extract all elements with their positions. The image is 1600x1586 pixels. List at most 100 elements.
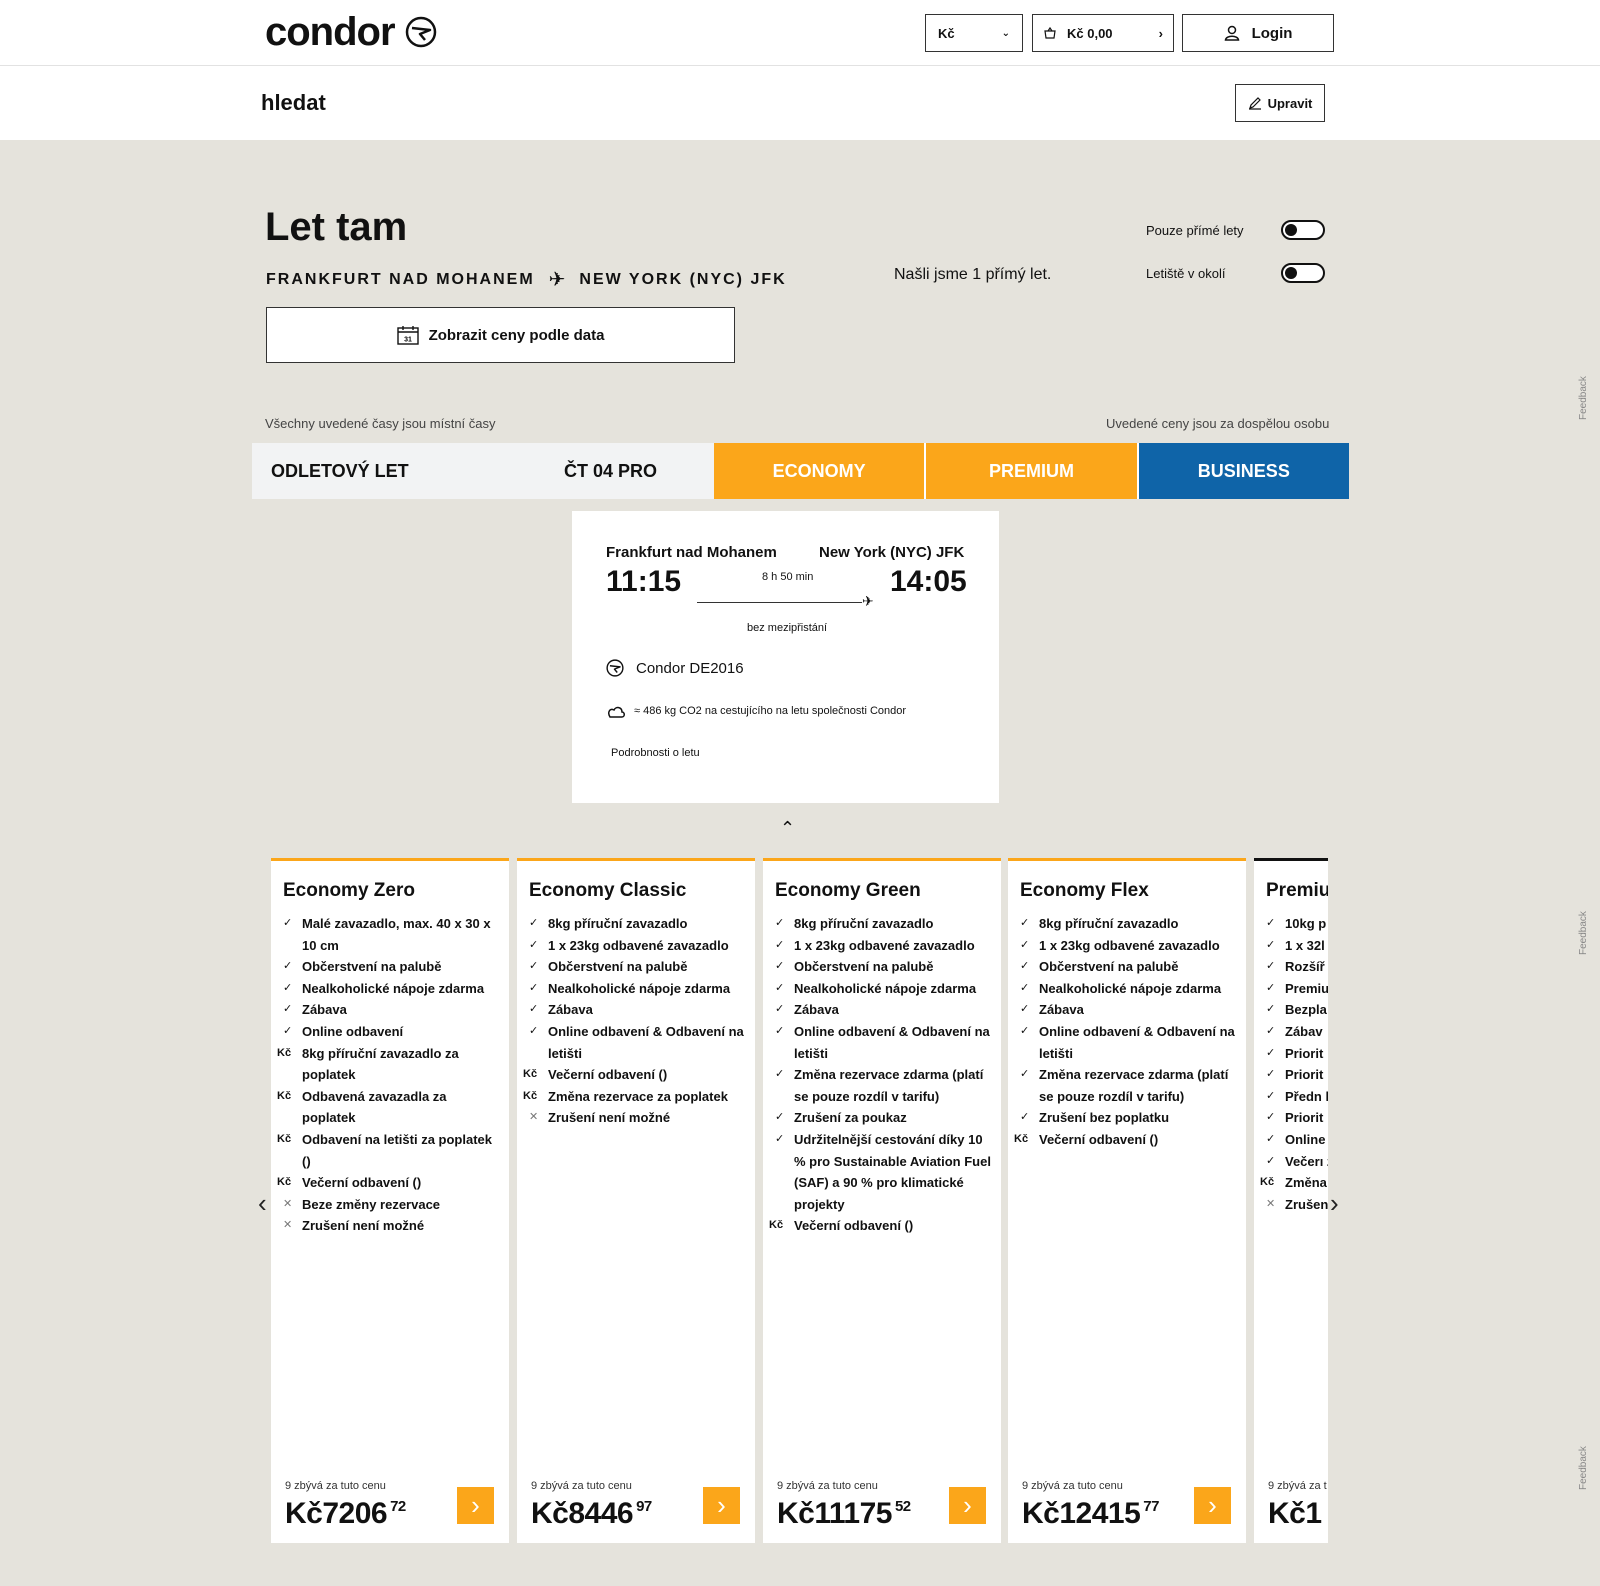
select-fare-button[interactable]: › <box>1194 1487 1231 1524</box>
fee-icon: Kč <box>523 1089 538 1102</box>
fare-feature: ✓ Online odbavení & Odbavení na letišti <box>763 1021 1001 1064</box>
pencil-icon <box>1248 97 1261 110</box>
tab-business[interactable]: BUSINESS <box>1138 443 1349 499</box>
condor-logo[interactable]: condor <box>265 12 437 52</box>
collapse-chevron-up-icon[interactable]: ⌃ <box>780 818 795 839</box>
check-icon: ✓ <box>775 960 785 973</box>
fare-feature: Kč Odbavená zavazadla za poplatek <box>271 1086 509 1129</box>
check-icon: ✓ <box>775 1111 785 1124</box>
fare-feature-text: Nealkoholické nápoje zdarma <box>548 980 731 996</box>
fare-name: Premiu <box>1266 880 1328 901</box>
fare-name: Economy Zero <box>283 880 415 901</box>
edit-search-button[interactable]: Upravit <box>1235 84 1325 122</box>
fare-feature-text: Nealkoholické nápoje zdarma <box>1039 980 1222 996</box>
fare-feature-text: Občerstvení na palubě <box>1039 959 1179 975</box>
fare-carousel: Economy Zero ✓ Malé zavazadlo, max. 40 x … <box>271 858 1328 1543</box>
fare-features: ✓ 10kg p ✓ 1 x 32l ✓ Rozšíř ✓ Premiu ✓ Bezpla ✓ Záb… <box>1254 913 1328 1215</box>
carousel-prev-icon[interactable]: ‹ <box>258 1188 267 1219</box>
fare-feature-text: Zábava <box>1039 1002 1084 1018</box>
check-icon: ✓ <box>1266 938 1276 951</box>
fare-card-economy-flex[interactable]: Economy Flex ✓ 8kg příruční zavazadlo ✓ 1 x… <box>1008 858 1246 1543</box>
check-icon: ✓ <box>1266 1089 1276 1102</box>
feedback-tab[interactable]: Feedback <box>1578 376 1589 420</box>
fare-feature-text: Večerní odbavení () <box>302 1175 422 1191</box>
check-icon: ✓ <box>283 1003 293 1016</box>
fare-feature: ✓ Priorit <box>1254 1064 1328 1086</box>
page-title: Let tam <box>265 205 408 249</box>
flight-details-link[interactable]: Podrobnosti o letu <box>611 747 700 759</box>
search-title: hledat <box>261 90 326 115</box>
airplane-icon: ✈ <box>548 269 566 291</box>
direct-flights-toggle[interactable] <box>1281 220 1325 240</box>
fee-icon: Kč <box>277 1176 292 1189</box>
fee-icon: Kč <box>277 1046 292 1059</box>
nearby-airports-toggle[interactable] <box>1281 263 1325 283</box>
check-icon: ✓ <box>1020 960 1030 973</box>
flight-destination: New York (NYC) JFK <box>819 544 965 561</box>
fare-feature-text: 8kg příruční zavazadlo <box>1039 916 1179 931</box>
fare-feature-text: Zábava <box>548 1002 593 1018</box>
check-icon: ✓ <box>529 938 539 951</box>
fare-feature-text: Zrušen <box>1285 1196 1328 1212</box>
fare-feature: ✓ 1 x 23kg odbavené zavazadlo <box>1008 935 1246 957</box>
flight-carrier: Condor DE2016 <box>606 659 744 677</box>
departure-time: 11:15 <box>606 565 682 598</box>
check-icon: ✓ <box>1020 917 1030 929</box>
fare-feature-text: Večerní odbavení () <box>794 1218 914 1234</box>
fare-feature: ✓ Zábava <box>271 999 509 1021</box>
fare-feature: ✓ Občerstvení na palubě <box>517 956 755 978</box>
fare-feature-text: Odbavená zavazadla za poplatek <box>302 1088 447 1126</box>
show-prices-by-date-button[interactable]: 31 Zobrazit ceny podle data <box>266 307 735 363</box>
fare-feature-text: Zrušení není možné <box>548 1110 671 1126</box>
fare-features: ✓ 8kg příruční zavazadlo ✓ 1 x 23kg odbaven… <box>1008 913 1246 1151</box>
check-icon: ✓ <box>1020 1068 1030 1081</box>
feedback-tab[interactable]: Feedback <box>1578 911 1589 955</box>
select-fare-button[interactable]: › <box>457 1487 494 1524</box>
flight-stops: bez mezipřistání <box>747 622 828 634</box>
check-icon: ✓ <box>1266 917 1276 929</box>
tab-economy[interactable]: ECONOMY <box>714 443 927 499</box>
check-icon: ✓ <box>283 1024 293 1037</box>
fare-feature-text: Odbavení na letišti za poplatek () <box>302 1131 492 1169</box>
search-summary-bar: hledat Upravit <box>0 66 1600 140</box>
check-icon: ✓ <box>1266 1154 1276 1167</box>
nearby-airports-filter: Letiště v okolí <box>1146 263 1325 283</box>
fare-card-economy-classic[interactable]: Economy Classic ✓ 8kg příruční zavazadlo ✓… <box>517 858 755 1543</box>
check-icon: ✓ <box>529 1003 539 1016</box>
fare-feature-text: Beze změny rezervace <box>302 1196 441 1212</box>
fare-feature-text: 10kg p <box>1285 916 1327 931</box>
departure-flight-cell: ODLETOVÝ LET ČT 04 PRO <box>252 443 714 499</box>
carrier-name: Condor DE2016 <box>636 659 744 677</box>
select-fare-button[interactable]: › <box>703 1487 740 1524</box>
top-bar: condor Kč ⌄ Kč 0,00 › Login <box>0 0 1600 66</box>
cross-icon: ✕ <box>283 1219 293 1232</box>
fare-feature-text: 1 x 23kg odbavené zavazadlo <box>1039 937 1220 953</box>
check-icon: ✓ <box>529 981 539 994</box>
fare-card-economy-zero[interactable]: Economy Zero ✓ Malé zavazadlo, max. 40 x … <box>271 858 509 1543</box>
fare-remaining: 9 zbývá za tuto cenu <box>1022 1480 1123 1492</box>
check-icon: ✓ <box>775 981 785 994</box>
fare-feature: Kč Změna rezervace za poplatek <box>517 1086 755 1108</box>
select-fare-button[interactable]: › <box>949 1487 986 1524</box>
fare-feature: ✓ Občerstvení na palubě <box>271 956 509 978</box>
chevron-down-icon: ⌄ <box>1001 27 1010 39</box>
fare-feature: ✓ Občerstvení na palubě <box>763 956 1001 978</box>
local-times-note: Všechny uvedené časy jsou místní časy <box>265 416 496 431</box>
fare-card-premium[interactable]: Premiu ✓ 10kg p ✓ 1 x 32l ✓ Rozšíř ✓ Premiu ✓ Bez… <box>1254 858 1328 1543</box>
currency-select[interactable]: Kč ⌄ <box>925 14 1023 52</box>
login-button[interactable]: Login <box>1182 14 1334 52</box>
fare-features: ✓ 8kg příruční zavazadlo ✓ 1 x 23kg odbaven… <box>763 913 1001 1237</box>
fare-card-economy-green[interactable]: Economy Green ✓ 8kg příruční zavazadlo ✓ 1 … <box>763 858 1001 1543</box>
carousel-next-icon[interactable]: › <box>1330 1188 1339 1219</box>
fare-remaining: 9 zbývá za t <box>1268 1480 1327 1492</box>
departure-date: ČT 04 PRO <box>564 460 658 481</box>
fare-feature: ✕ Zrušen <box>1254 1194 1328 1216</box>
check-icon: ✓ <box>529 1024 539 1037</box>
fare-feature-text: Večerní odbavení () <box>548 1067 668 1083</box>
cart-button[interactable]: Kč 0,00 › <box>1032 14 1174 52</box>
tab-premium[interactable]: PREMIUM <box>926 443 1139 499</box>
fare-feature: ✓ 8kg příruční zavazadlo <box>763 913 1001 935</box>
user-icon <box>1224 25 1239 41</box>
feedback-tab[interactable]: Feedback <box>1578 1446 1589 1490</box>
cross-icon: ✕ <box>529 1111 539 1124</box>
